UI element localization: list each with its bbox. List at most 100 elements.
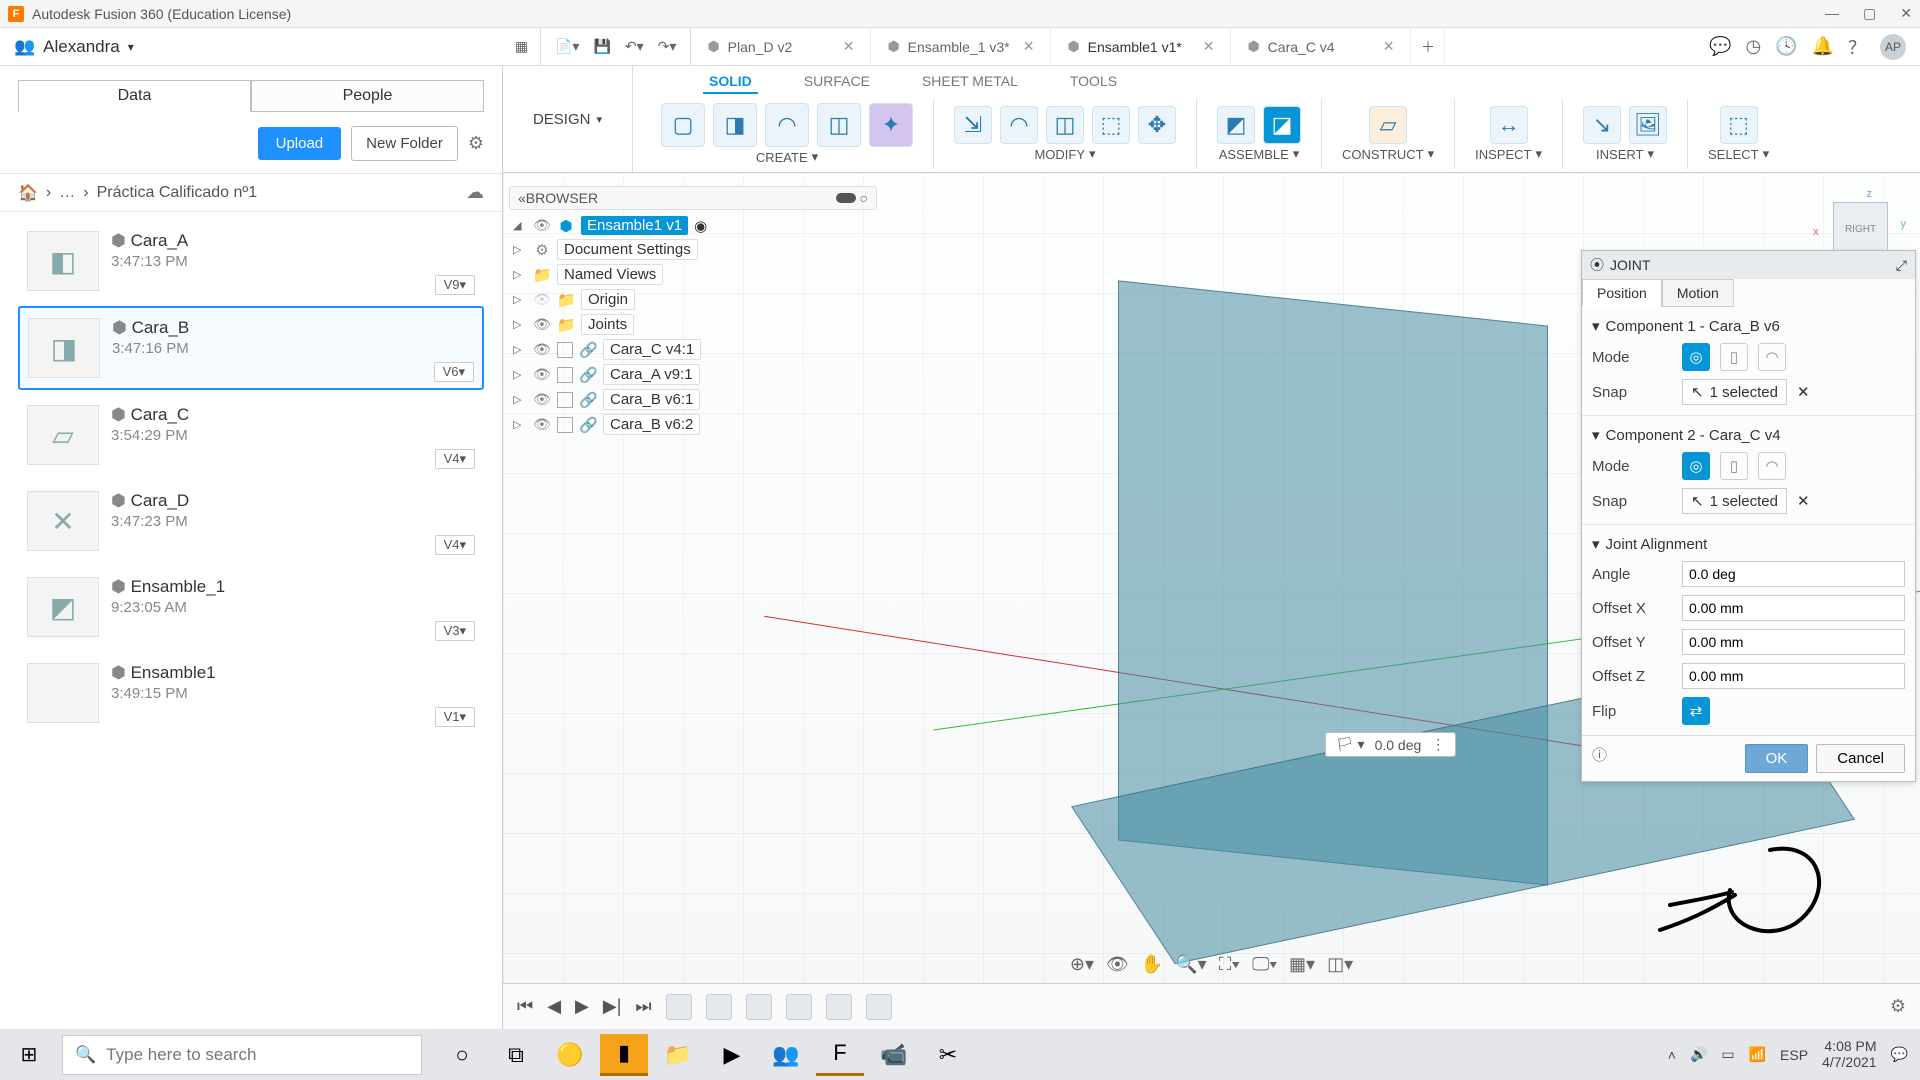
box-icon[interactable]: ◫: [817, 103, 861, 147]
timeline-feature[interactable]: [746, 994, 772, 1020]
group-insert[interactable]: INSERT ▾: [1596, 146, 1654, 162]
new-component-icon[interactable]: ◩: [1217, 106, 1255, 144]
group-inspect[interactable]: INSPECT ▾: [1475, 146, 1542, 162]
tab-people[interactable]: People: [251, 80, 484, 112]
tab-close-icon[interactable]: ✕: [1203, 38, 1215, 55]
tab-plan-d[interactable]: ⬢ Plan_D v2 ✕: [691, 28, 871, 65]
file-item[interactable]: ✕ ⬢ Cara_D 3:47:23 PM V4▾: [18, 480, 484, 562]
explorer-icon[interactable]: 📁: [654, 1034, 702, 1076]
file-item[interactable]: ◧ ⬢ Cara_A 3:47:13 PM V9▾: [18, 220, 484, 302]
breadcrumb[interactable]: 🏠› …› Práctica Calificado nº1 ☁: [0, 173, 502, 212]
sketch-icon[interactable]: ▢: [661, 103, 705, 147]
alignment-header[interactable]: ▾ Joint Alignment: [1592, 531, 1905, 557]
snap-selection[interactable]: ↖ 1 selected: [1682, 379, 1787, 405]
snip-icon[interactable]: ✂: [924, 1034, 972, 1076]
timeline-feature[interactable]: [826, 994, 852, 1020]
joint-tab-motion[interactable]: Motion: [1662, 279, 1734, 307]
tray-chevron-icon[interactable]: ˄: [1668, 1047, 1676, 1063]
look-icon[interactable]: 👁: [1106, 954, 1129, 975]
measure-icon[interactable]: ↔: [1490, 106, 1528, 144]
timeline-start-icon[interactable]: ⏮: [517, 996, 533, 1017]
ellipsis-icon[interactable]: …: [59, 184, 75, 202]
tree-root[interactable]: ◢👁 ⬢ Ensamble1 v1 ◉: [509, 214, 877, 237]
joint-dialog[interactable]: ⦿JOINT⤢ Position Motion ▾ Component 1 - …: [1581, 250, 1916, 782]
group-create[interactable]: CREATE ▾: [756, 149, 818, 165]
offsetx-input[interactable]: [1682, 595, 1905, 621]
cancel-button[interactable]: Cancel: [1816, 744, 1905, 773]
mode-simple-icon[interactable]: ◎: [1682, 343, 1710, 371]
version-badge[interactable]: V4▾: [435, 535, 475, 555]
home-icon[interactable]: 🏠: [18, 183, 38, 203]
timeline-feature[interactable]: [706, 994, 732, 1020]
angle-input-overlay[interactable]: 🏳 ▾ 0.0 deg ⋮: [1325, 732, 1456, 757]
ribbon-tab-solid[interactable]: SOLID: [703, 70, 758, 94]
mode-two-edge-icon[interactable]: ◠: [1758, 343, 1786, 371]
tree-node[interactable]: ▷👁🔗Cara_C v4:1: [509, 337, 877, 362]
ribbon-tab-tools[interactable]: TOOLS: [1064, 70, 1123, 94]
insert-decal-icon[interactable]: 🖼: [1629, 106, 1667, 144]
timeline-feature[interactable]: [866, 994, 892, 1020]
app-icon[interactable]: ▮: [600, 1034, 648, 1076]
extensions-icon[interactable]: 💬: [1709, 36, 1731, 57]
redo-icon[interactable]: ↷▾: [658, 38, 677, 55]
combine-icon[interactable]: ⬚: [1092, 106, 1130, 144]
tab-close-icon[interactable]: ✕: [1023, 38, 1035, 55]
mode-two-edge-icon[interactable]: ◠: [1758, 452, 1786, 480]
taskbar-clock[interactable]: 4:08 PM 4/7/2021: [1822, 1039, 1877, 1070]
ok-button[interactable]: OK: [1745, 744, 1809, 773]
job-status-icon[interactable]: ◷: [1745, 36, 1761, 57]
tab-ensamble-1[interactable]: ⬢ Ensamble_1 v3* ✕: [871, 28, 1051, 65]
user-avatar[interactable]: AP: [1880, 34, 1906, 60]
viewcube-face[interactable]: RIGHT: [1833, 202, 1888, 257]
ribbon-tab-sheetmetal[interactable]: SHEET METAL: [916, 70, 1024, 94]
revolve-icon[interactable]: ◠: [765, 103, 809, 147]
display-icon[interactable]: 🖵▾: [1252, 954, 1277, 975]
angle-input[interactable]: [1682, 561, 1905, 587]
shell-icon[interactable]: ◫: [1046, 106, 1084, 144]
file-menu-icon[interactable]: 📄▾: [555, 38, 579, 55]
tree-node[interactable]: ▷📁Named Views: [509, 262, 877, 287]
version-badge[interactable]: V3▾: [435, 621, 475, 641]
movies-icon[interactable]: ▶: [708, 1034, 756, 1076]
pan-icon[interactable]: ✋: [1141, 954, 1163, 975]
cortana-icon[interactable]: ○: [438, 1034, 486, 1076]
new-tab-button[interactable]: ＋: [1411, 28, 1445, 65]
timeline-settings-icon[interactable]: ⚙: [1890, 996, 1906, 1017]
tree-node[interactable]: ▷👁🔗Cara_B v6:2: [509, 412, 877, 437]
file-item[interactable]: ◨ ⬢ Cara_B 3:47:16 PM V6▾: [18, 306, 484, 390]
tab-data[interactable]: Data: [18, 80, 251, 112]
joint-tab-position[interactable]: Position: [1582, 279, 1662, 307]
taskbar-search[interactable]: 🔍 Type here to search: [62, 1035, 422, 1075]
timeline-end-icon[interactable]: ⏭: [635, 996, 651, 1017]
zoom-icon[interactable]: 📹: [870, 1034, 918, 1076]
grid-icon[interactable]: ▦: [503, 28, 541, 65]
timeline-next-icon[interactable]: ▶|: [603, 996, 622, 1017]
tab-close-icon[interactable]: ✕: [843, 38, 855, 55]
radio-icon[interactable]: ◉: [694, 217, 707, 235]
clock-icon[interactable]: 🕓: [1775, 36, 1797, 57]
file-item[interactable]: ⬢ Ensamble1 3:49:15 PM V1▾: [18, 652, 484, 734]
wifi-icon[interactable]: 📶: [1749, 1046, 1766, 1063]
offsetz-input[interactable]: [1682, 663, 1905, 689]
version-badge[interactable]: V4▾: [435, 449, 475, 469]
mode-between-icon[interactable]: ▯: [1720, 343, 1748, 371]
zoom-icon[interactable]: 🔍▾: [1175, 954, 1206, 975]
viewports-icon[interactable]: ◫▾: [1327, 954, 1353, 975]
minimize-button[interactable]: —: [1825, 5, 1839, 22]
taskview-icon[interactable]: ⧉: [492, 1034, 540, 1076]
joint-header[interactable]: ⦿JOINT⤢: [1582, 251, 1915, 279]
new-folder-button[interactable]: New Folder: [351, 126, 458, 161]
mode-between-icon[interactable]: ▯: [1720, 452, 1748, 480]
joint-icon[interactable]: ◪: [1263, 106, 1301, 144]
offsety-input[interactable]: [1682, 629, 1905, 655]
clear-icon[interactable]: ✕: [1797, 383, 1810, 401]
gear-icon[interactable]: ⚙: [468, 133, 484, 154]
close-button[interactable]: ✕: [1900, 5, 1912, 22]
extrude-icon[interactable]: ◨: [713, 103, 757, 147]
snap-selection[interactable]: ↖ 1 selected: [1682, 488, 1787, 514]
group-modify[interactable]: MODIFY ▾: [1034, 146, 1095, 162]
tree-node[interactable]: ▷⚙Document Settings: [509, 237, 877, 262]
fillet-icon[interactable]: ◠: [1000, 106, 1038, 144]
version-badge[interactable]: V1▾: [435, 707, 475, 727]
clear-icon[interactable]: ✕: [1797, 492, 1810, 510]
